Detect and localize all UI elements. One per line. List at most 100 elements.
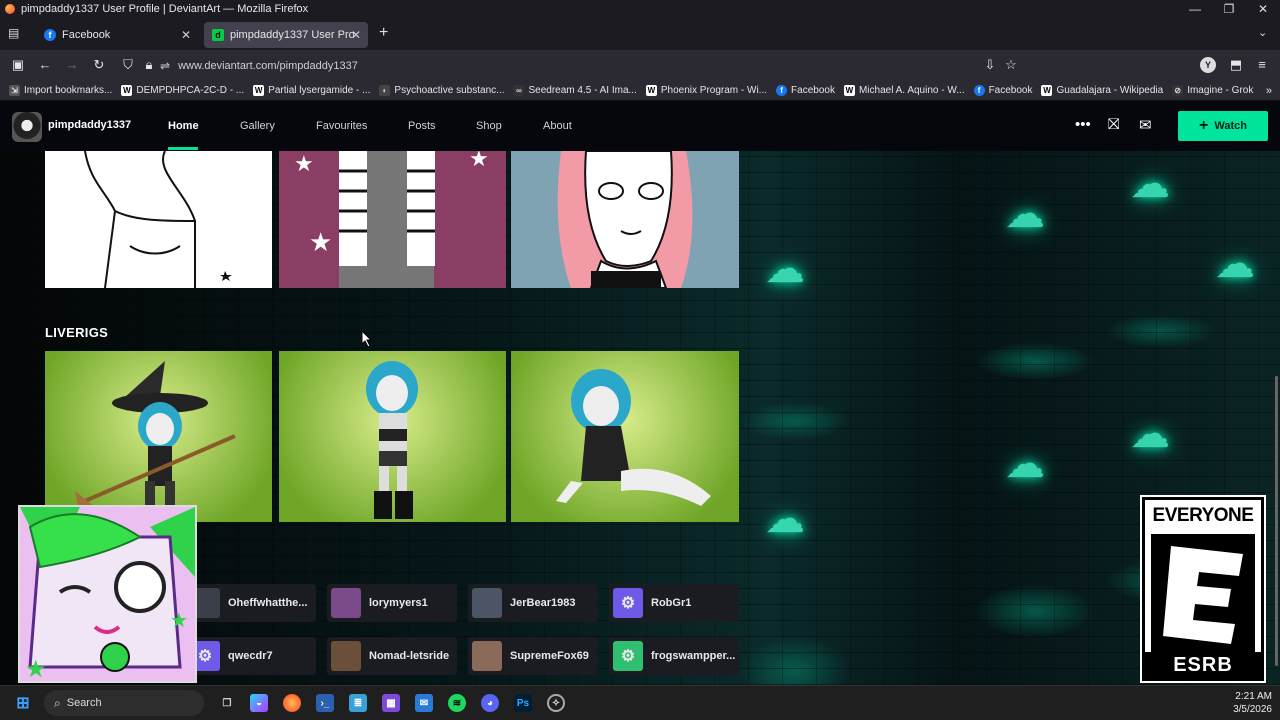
more-bookmarks-icon[interactable]: » bbox=[1266, 85, 1272, 97]
maximize-button[interactable]: ❐ bbox=[1212, 0, 1246, 18]
gallery-thumbnail[interactable] bbox=[45, 151, 272, 288]
gallery-thumbnail[interactable] bbox=[511, 151, 739, 288]
tab-facebook[interactable]: f Facebook ✕ bbox=[36, 22, 198, 48]
discord-icon[interactable]: ◕ bbox=[481, 694, 499, 712]
bookmark-item[interactable]: ⊘ Imagine - Grok bbox=[1172, 85, 1253, 96]
close-button[interactable]: ✕ bbox=[1246, 0, 1280, 18]
search-icon: ⌕ bbox=[54, 695, 61, 710]
sidebar-icon[interactable]: ▣ bbox=[10, 57, 26, 73]
watch-button[interactable]: + Watch bbox=[1178, 111, 1268, 141]
default-avatar-icon: ⚙ bbox=[613, 588, 643, 618]
terminal-icon[interactable]: ›_ bbox=[316, 694, 334, 712]
section-title[interactable]: LIVERIGS bbox=[45, 325, 108, 340]
copilot-icon[interactable]: ◒ bbox=[250, 694, 268, 712]
nav-about[interactable]: About bbox=[543, 120, 572, 132]
gallery-thumbnail[interactable] bbox=[45, 351, 272, 522]
mail-app-icon[interactable]: ✉ bbox=[415, 694, 433, 712]
profile-username[interactable]: pimpdaddy1337 bbox=[48, 119, 131, 131]
watcher-chip[interactable]: ⚙ RobGr1 bbox=[609, 584, 739, 622]
watcher-chip[interactable]: ⚙ frogswampper... bbox=[609, 637, 739, 675]
reload-button[interactable]: ↻ bbox=[91, 57, 107, 73]
wikipedia-icon: W bbox=[121, 85, 133, 96]
bookmark-item[interactable]: ◐ Psychoactive substanc... bbox=[379, 85, 504, 96]
bookmark-item[interactable]: f Facebook bbox=[973, 85, 1032, 96]
esrb-rating-title: EVERYONE bbox=[1145, 500, 1261, 532]
taskbar-search[interactable]: ⌕ Search bbox=[44, 690, 204, 716]
esrb-rating-badge: EVERYONE ESRB bbox=[1142, 497, 1264, 681]
shield-icon[interactable]: ⛉ bbox=[120, 57, 136, 73]
ghost-icon: ☁︎ bbox=[1005, 442, 1045, 486]
sitting-figure-artwork bbox=[556, 369, 711, 506]
watcher-chip[interactable]: SupremeFox69 bbox=[468, 637, 598, 675]
bookmark-item[interactable]: W DEMPDHPCA-2C-D - ... bbox=[121, 85, 244, 96]
wikipedia-icon: W bbox=[645, 85, 657, 96]
app-icon[interactable]: ✧ bbox=[547, 694, 565, 712]
url-text: www.deviantart.com/pimpdaddy1337 bbox=[178, 59, 358, 72]
firefox-icon[interactable] bbox=[283, 694, 301, 712]
bookmark-item[interactable]: ⇲ Import bookmarks... bbox=[9, 85, 112, 96]
close-tab-icon[interactable]: ✕ bbox=[181, 28, 191, 42]
watcher-chip[interactable]: Oheffwhatthe... bbox=[186, 584, 316, 622]
notepad-icon[interactable]: ≣ bbox=[349, 694, 367, 712]
character-artwork bbox=[557, 151, 693, 288]
gallery-thumbnail[interactable] bbox=[511, 351, 739, 522]
svg-text:★: ★ bbox=[170, 608, 188, 632]
cat-character-artwork: ★ ★ bbox=[20, 507, 195, 681]
window-controls: — ❐ ✕ bbox=[1178, 0, 1280, 18]
more-options-icon[interactable]: ••• bbox=[1075, 116, 1091, 133]
bookmark-item[interactable]: W Michael A. Aquino - W... bbox=[843, 85, 965, 96]
gallery-thumbnail[interactable] bbox=[279, 351, 506, 522]
bookmark-star-icon[interactable]: ☆ bbox=[1003, 57, 1019, 73]
active-tab-indicator bbox=[168, 147, 198, 150]
nav-favourites[interactable]: Favourites bbox=[316, 120, 367, 132]
watcher-chip[interactable]: Nomad-letsride bbox=[327, 637, 457, 675]
menu-icon[interactable]: ≡ bbox=[1254, 57, 1270, 73]
nav-gallery[interactable]: Gallery bbox=[240, 120, 275, 132]
facebook-icon: f bbox=[973, 85, 985, 96]
photoshop-icon[interactable]: Ps bbox=[514, 694, 532, 712]
bookmark-item[interactable]: W Phoenix Program - Wi... bbox=[645, 85, 767, 96]
default-avatar-icon: ⚙ bbox=[613, 641, 643, 671]
task-view-icon[interactable]: ❐ bbox=[218, 694, 236, 712]
save-to-pocket-icon[interactable]: ⇩ bbox=[982, 57, 998, 73]
page-scrollbar[interactable] bbox=[1275, 376, 1278, 666]
ghost-icon: ☁︎ bbox=[1130, 162, 1170, 206]
start-icon[interactable]: ⊞ bbox=[14, 694, 32, 712]
tab-strip: ▤ f Facebook ✕ d pimpdaddy1337 User Prof… bbox=[0, 18, 1280, 50]
site-icon: ◐ bbox=[379, 85, 391, 96]
account-avatar-icon[interactable]: Y bbox=[1200, 57, 1216, 73]
watcher-chip[interactable]: lorymyers1 bbox=[327, 584, 457, 622]
close-tab-icon[interactable]: ✕ bbox=[351, 28, 361, 42]
nav-shop[interactable]: Shop bbox=[476, 120, 502, 132]
app-icon[interactable]: ▦ bbox=[382, 694, 400, 712]
watcher-chip[interactable]: ⚙ qwecdr7 bbox=[186, 637, 316, 675]
nav-home[interactable]: Home bbox=[168, 120, 199, 132]
mail-icon[interactable]: ✉ bbox=[1139, 116, 1152, 134]
extensions-icon[interactable]: ⬒ bbox=[1228, 57, 1244, 73]
address-bar[interactable]: ⇌ www.deviantart.com/pimpdaddy1337 bbox=[160, 54, 1030, 77]
new-tab-button[interactable]: + bbox=[379, 24, 388, 42]
avatar[interactable] bbox=[12, 112, 42, 142]
ghost-icon: ☁︎ bbox=[765, 497, 805, 541]
bookmark-item[interactable]: W Partial lysergamide - ... bbox=[253, 85, 370, 96]
gift-icon[interactable]: ⛝ bbox=[1108, 116, 1119, 133]
lock-icon[interactable]: 🔒︎ bbox=[141, 57, 157, 73]
gallery-thumbnail[interactable]: ★ ★ ★ bbox=[279, 151, 506, 288]
minimize-button[interactable]: — bbox=[1178, 0, 1212, 18]
tab-deviantart[interactable]: d pimpdaddy1337 User Profile | D ✕ bbox=[204, 22, 368, 48]
back-button[interactable]: ← bbox=[37, 57, 53, 73]
facebook-icon: f bbox=[776, 85, 788, 96]
spotify-icon[interactable]: ≋ bbox=[448, 694, 466, 712]
svg-text:★: ★ bbox=[469, 151, 489, 172]
nav-posts[interactable]: Posts bbox=[408, 120, 436, 132]
tab-list-icon[interactable]: ▤ bbox=[8, 26, 19, 40]
watcher-chip[interactable]: JerBear1983 bbox=[468, 584, 598, 622]
bookmark-item[interactable]: f Facebook bbox=[776, 85, 835, 96]
bookmark-item[interactable]: W Guadalajara - Wikipedia bbox=[1041, 85, 1163, 96]
ghost-icon: ☁︎ bbox=[765, 247, 805, 291]
profile-header: pimpdaddy1337 Home Gallery Favourites Po… bbox=[0, 101, 1280, 151]
list-all-tabs-icon[interactable]: ⌄ bbox=[1258, 26, 1267, 39]
bookmark-item[interactable]: ∞ Seedream 4.5 - AI Ima... bbox=[513, 85, 637, 96]
system-clock[interactable]: 2:21 AM 3/5/2026 bbox=[1233, 690, 1272, 716]
forward-button[interactable]: → bbox=[64, 57, 80, 73]
